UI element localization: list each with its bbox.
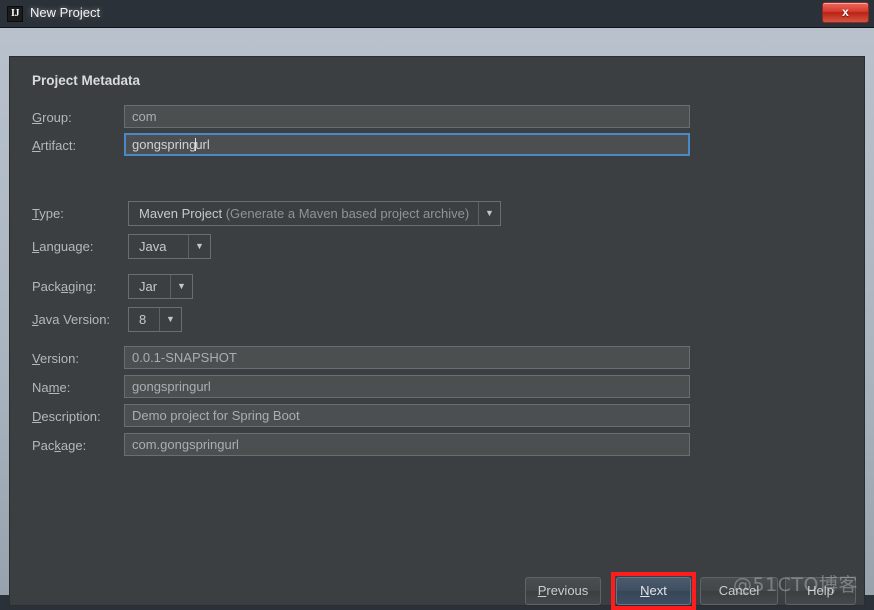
- language-combobox-value: Java: [129, 235, 188, 258]
- packaging-label: Packaging:: [32, 279, 96, 294]
- name-input[interactable]: gongspringurl: [124, 375, 690, 398]
- window-title: New Project: [30, 5, 100, 20]
- window-frame: Project Metadata Group: com Artifact: go…: [0, 28, 874, 595]
- name-label: Name:: [32, 380, 70, 395]
- aero-glass-blur: [0, 0, 874, 28]
- chevron-down-icon[interactable]: ▼: [188, 235, 210, 258]
- description-label: Description:: [32, 409, 101, 424]
- type-combobox[interactable]: Maven Project (Generate a Maven based pr…: [128, 201, 501, 226]
- version-label: Version:: [32, 351, 79, 366]
- packaging-combobox-value: Jar: [129, 275, 170, 298]
- artifact-value-after-caret: url: [195, 137, 209, 152]
- package-input[interactable]: com.gongspringurl: [124, 433, 690, 456]
- watermark: @51CTO博客: [733, 570, 858, 597]
- new-project-dialog-window: IJ New Project x Project Metadata Group:…: [0, 0, 874, 595]
- type-combobox-value: Maven Project (Generate a Maven based pr…: [129, 202, 478, 225]
- dialog-panel: Project Metadata Group: com Artifact: go…: [9, 56, 865, 606]
- type-label: Type:: [32, 206, 64, 221]
- packaging-combobox[interactable]: Jar ▼: [128, 274, 193, 299]
- version-input[interactable]: 0.0.1-SNAPSHOT: [124, 346, 690, 369]
- java-version-combobox-value: 8: [129, 308, 159, 331]
- language-combobox[interactable]: Java ▼: [128, 234, 211, 259]
- package-label: Package:: [32, 438, 86, 453]
- dialog-content: Project Metadata Group: com Artifact: go…: [10, 57, 864, 605]
- window-title-bar[interactable]: IJ New Project x: [0, 0, 874, 28]
- close-icon[interactable]: x: [822, 2, 869, 23]
- description-input[interactable]: Demo project for Spring Boot: [124, 404, 690, 427]
- artifact-input[interactable]: gongspringurl: [124, 133, 690, 156]
- type-combobox-detail: (Generate a Maven based project archive): [226, 206, 470, 221]
- chevron-down-icon[interactable]: ▼: [170, 275, 192, 298]
- chevron-down-icon[interactable]: ▼: [159, 308, 181, 331]
- intellij-idea-icon: IJ: [7, 6, 23, 22]
- chevron-down-icon[interactable]: ▼: [478, 202, 500, 225]
- artifact-value-before-caret: gongspring: [132, 137, 196, 152]
- group-label: Group:: [32, 110, 72, 125]
- previous-button[interactable]: Previous: [525, 577, 601, 605]
- group-input[interactable]: com: [124, 105, 690, 128]
- page-title: Project Metadata: [32, 73, 140, 88]
- language-label: Language:: [32, 239, 93, 254]
- java-version-label: Java Version:: [32, 312, 110, 327]
- next-button[interactable]: Next: [616, 577, 691, 605]
- artifact-label: Artifact:: [32, 138, 76, 153]
- java-version-combobox[interactable]: 8 ▼: [128, 307, 182, 332]
